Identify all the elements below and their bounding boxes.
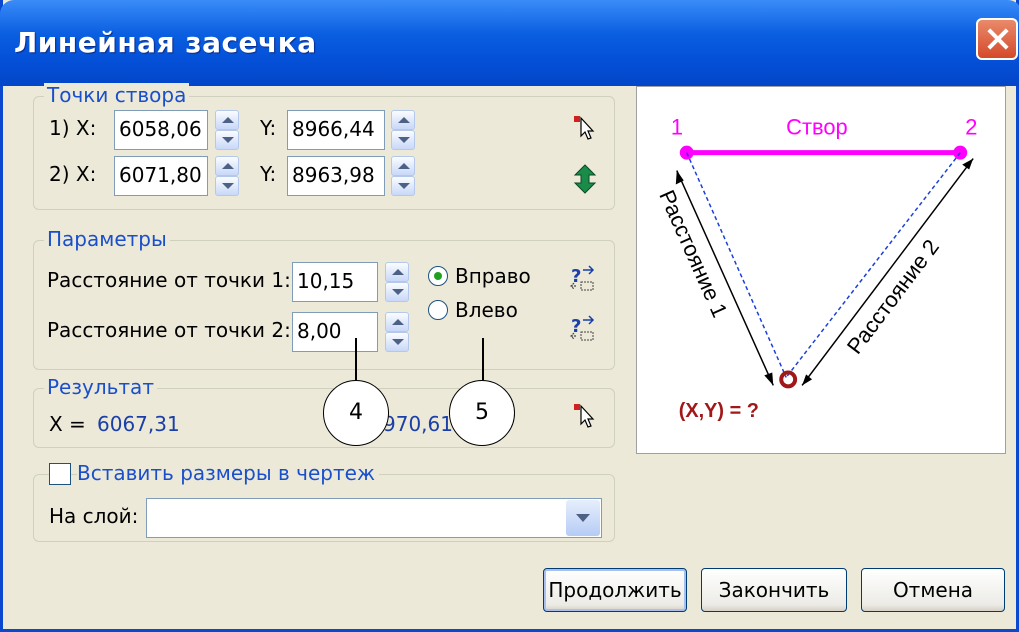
dashed-line-2 <box>785 152 961 378</box>
result-x-value: 6067,31 <box>97 412 180 436</box>
close-button[interactable] <box>976 18 1018 60</box>
point2-y-input[interactable]: 8963,98 <box>287 156 385 196</box>
insert-dimensions-label[interactable]: Вставить размеры в чертеж <box>77 461 379 485</box>
distance2-label: Расстояние 2 <box>842 235 944 359</box>
point1-y-label: Y: <box>260 116 277 140</box>
radio-right[interactable] <box>428 266 448 286</box>
layer-select[interactable] <box>146 498 602 538</box>
radio-right-label[interactable]: Вправо <box>455 264 531 288</box>
distance1-spinner[interactable] <box>385 262 409 302</box>
pick-points-icon[interactable] <box>571 114 599 142</box>
place-result-icon[interactable] <box>571 402 599 430</box>
result-y-value: 970,61 <box>383 412 453 436</box>
callout-4: 4 <box>323 380 389 446</box>
distance1-label: Расстояние от точки 1: <box>47 268 291 292</box>
dialog-window: Линейная засечка Точки створа 1) X: 6058… <box>0 0 1019 632</box>
point2-x-label: 2) X: <box>49 162 97 186</box>
distance2-spinner[interactable] <box>385 312 409 352</box>
window-title: Линейная засечка <box>14 26 317 59</box>
insert-dimensions-checkbox[interactable] <box>49 463 71 485</box>
distance2-input[interactable]: 8,00 <box>292 312 378 352</box>
point1-y-input[interactable]: 8966,44 <box>287 110 385 150</box>
points-group-legend: Точки створа <box>44 83 190 107</box>
point2-number: 2 <box>965 115 977 140</box>
distance1-input[interactable]: 10,15 <box>292 262 378 302</box>
point2-y-spinner[interactable] <box>391 156 415 196</box>
distance2-arrowhead-top <box>962 158 974 170</box>
measure-distance2-icon[interactable]: ? <box>569 314 597 342</box>
unknown-point-label: (X,Y) = ? <box>679 400 759 422</box>
radio-left[interactable] <box>428 300 448 320</box>
diagram-panel: 1 2 Створ Расстояние 1 Расстояние 2 (X,Y… <box>636 86 1006 454</box>
distance2-arrowhead-bottom <box>802 374 813 386</box>
measure-distance1-icon[interactable]: ? <box>569 264 597 292</box>
distance2-arrow <box>801 158 974 386</box>
point2-x-spinner[interactable] <box>215 156 239 196</box>
point1-x-spinner[interactable] <box>215 110 239 150</box>
callout-5: 5 <box>449 380 515 446</box>
result-group-legend: Результат <box>44 375 157 399</box>
distance2-label: Расстояние от точки 2: <box>47 318 291 342</box>
point2-x-input[interactable]: 6071,80 <box>114 156 208 196</box>
distance1-arrowhead-bottom <box>764 372 774 386</box>
point1-number: 1 <box>671 115 683 140</box>
point1-x-input[interactable]: 6058,06 <box>114 110 208 150</box>
layer-label: На слой: <box>49 504 139 528</box>
point2-y-label: Y: <box>260 162 277 186</box>
radio-left-label[interactable]: Влево <box>455 298 518 322</box>
parameters-group-legend: Параметры <box>44 227 170 251</box>
continue-button[interactable]: Продолжить <box>543 568 687 612</box>
baseline-label: Створ <box>786 115 848 140</box>
point1-y-spinner[interactable] <box>391 110 415 150</box>
title-bar: Линейная засечка <box>0 0 1019 86</box>
point1-x-label: 1) X: <box>49 116 97 140</box>
chevron-down-icon[interactable] <box>566 500 600 536</box>
swap-points-icon[interactable] <box>573 164 597 194</box>
result-x-label: X = <box>49 412 86 436</box>
finish-button[interactable]: Закончить <box>701 568 847 612</box>
callout-4-line <box>355 338 357 380</box>
cancel-button[interactable]: Отмена <box>861 568 1005 612</box>
callout-5-line <box>482 338 484 380</box>
